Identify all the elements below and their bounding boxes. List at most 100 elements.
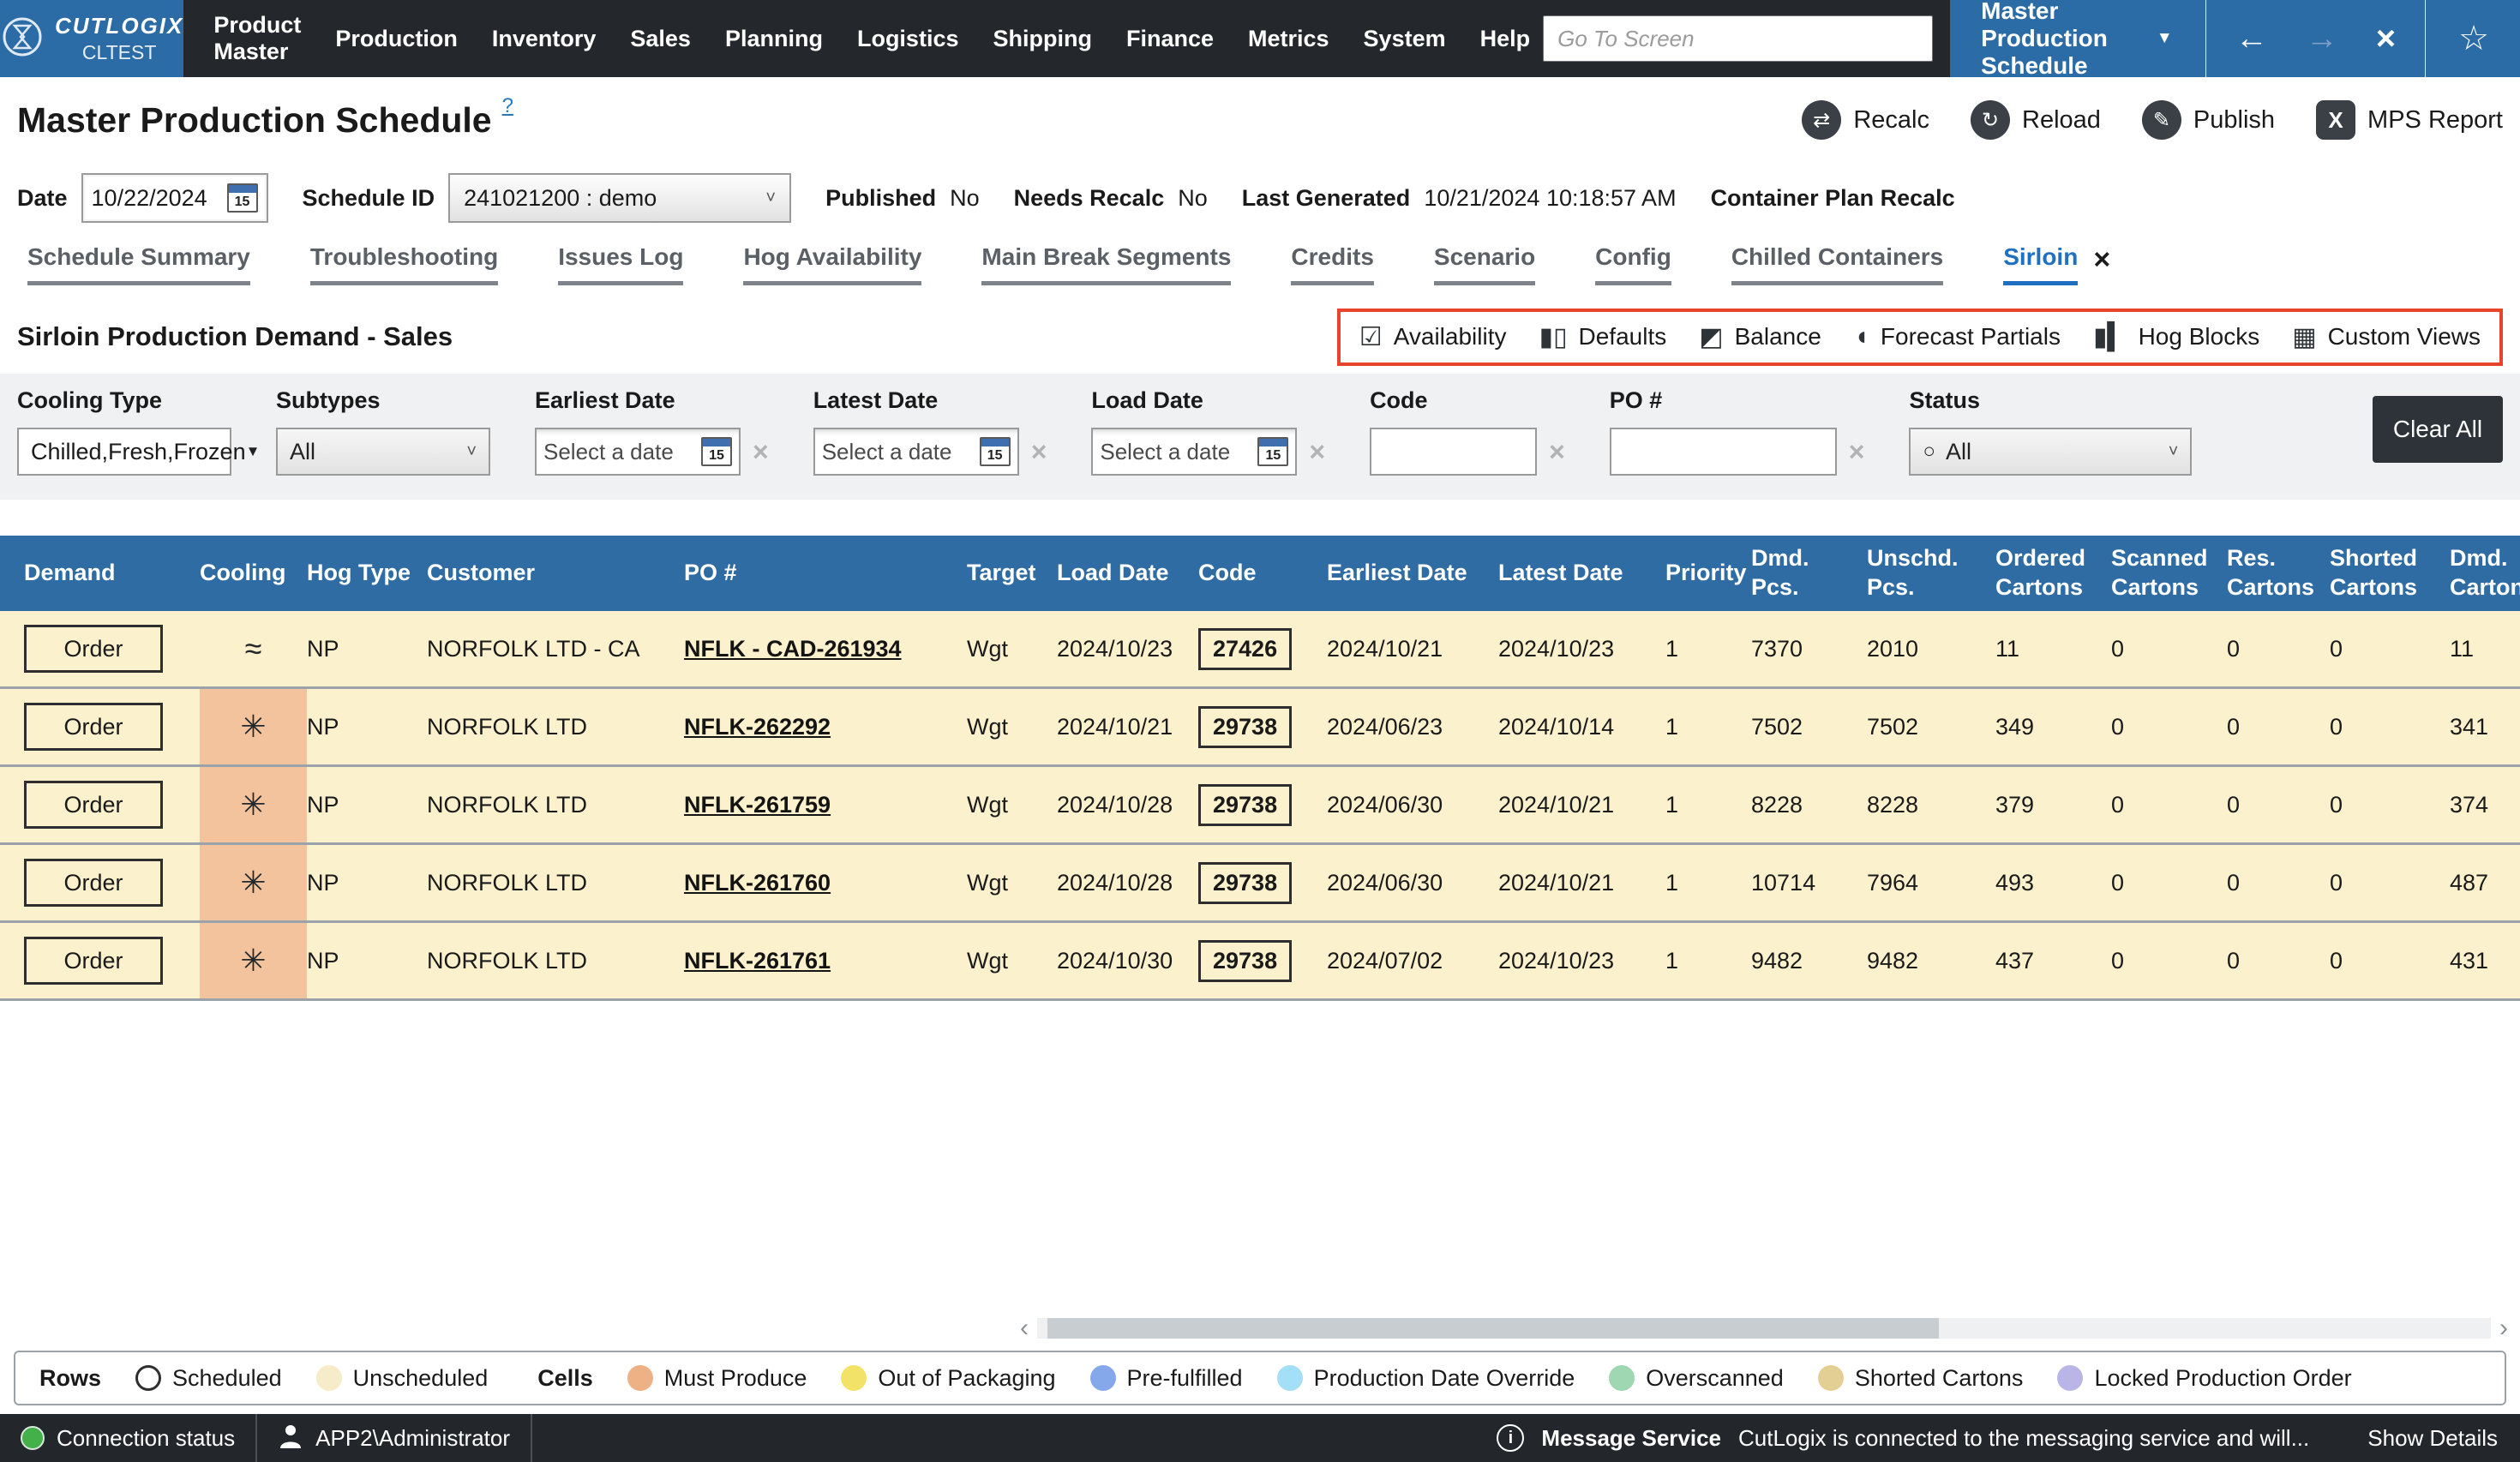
col-header-demand[interactable]: Demand <box>24 536 200 611</box>
date-input[interactable]: 10/22/2024 15 <box>81 173 268 223</box>
action-button[interactable]: ⇄ Recalc <box>1802 100 1929 140</box>
menu-item[interactable]: Finance <box>1113 0 1227 77</box>
menu-item[interactable]: Planning <box>712 0 836 77</box>
tab[interactable]: Config <box>1595 243 1671 285</box>
menu-item[interactable]: Product Master <box>201 0 314 77</box>
tab[interactable]: Chilled Containers <box>1731 243 1944 285</box>
order-button[interactable]: Order <box>24 781 163 829</box>
col-header-load-date[interactable]: Load Date <box>1057 536 1198 611</box>
schedule-id-dropdown[interactable]: 241021200 : demo ˅ <box>448 173 792 223</box>
clear-latest-date-icon[interactable]: × <box>1031 436 1047 468</box>
code-cell[interactable]: 29738 <box>1198 705 1293 748</box>
toolbar-button[interactable]: ▮▍ Hog Blocks <box>2093 322 2259 352</box>
po-link[interactable]: NFLK-261759 <box>684 792 831 818</box>
col-header-priority[interactable]: Priority <box>1665 536 1751 611</box>
toolbar-button[interactable]: ▮▯ Defaults <box>1539 322 1666 352</box>
calendar-icon[interactable]: 15 <box>701 437 732 466</box>
goto-screen-input[interactable] <box>1543 15 1934 62</box>
subtypes-dropdown[interactable]: All ˅ <box>276 428 490 476</box>
load-date-picker[interactable]: Select a date 15 <box>1091 428 1298 476</box>
col-header-dmd-cartons[interactable]: Dmd. Cartons <box>2450 536 2520 611</box>
calendar-icon[interactable]: 15 <box>979 437 1011 466</box>
order-button[interactable]: Order <box>24 859 163 907</box>
col-header-customer[interactable]: Customer <box>427 536 684 611</box>
code-cell[interactable]: 27426 <box>1198 627 1293 670</box>
menu-item[interactable]: Production <box>322 0 471 77</box>
back-arrow-icon[interactable]: ← <box>2227 22 2277 55</box>
tab[interactable]: Sirloin × <box>2003 243 2110 285</box>
menu-item[interactable]: Metrics <box>1235 0 1342 77</box>
po-link[interactable]: NFLK-261761 <box>684 948 831 974</box>
code-cell[interactable]: 29738 <box>1198 939 1293 982</box>
scroll-right-icon[interactable]: › <box>2491 1315 2517 1341</box>
favorite-star-icon[interactable]: ☆ <box>2446 19 2501 58</box>
order-button[interactable]: Order <box>24 703 163 751</box>
forward-arrow-icon[interactable]: → <box>2297 22 2347 55</box>
col-header-unschd-pcs[interactable]: Unschd. Pcs. <box>1867 536 1995 611</box>
screen-selector-dropdown[interactable]: Master Production Schedule ▼ <box>1969 0 2185 80</box>
code-filter-input[interactable] <box>1370 428 1538 476</box>
earliest-date-picker[interactable]: Select a date 15 <box>535 428 741 476</box>
tab[interactable]: Hog Availability <box>743 243 922 285</box>
col-header-shorted-cartons[interactable]: Shorted Cartons <box>2330 536 2450 611</box>
menu-item[interactable]: Logistics <box>844 0 972 77</box>
menu-item[interactable]: Help <box>1467 0 1544 77</box>
close-screen-icon[interactable]: × <box>2367 21 2404 56</box>
col-header-dmd-pcs[interactable]: Dmd. Pcs. <box>1751 536 1867 611</box>
clear-earliest-date-icon[interactable]: × <box>753 436 769 468</box>
menu-item[interactable]: Sales <box>617 0 704 77</box>
col-header-po[interactable]: PO # <box>684 536 967 611</box>
po-link[interactable]: NFLK-261760 <box>684 870 831 896</box>
status-dropdown[interactable]: ○ All ˅ <box>1909 428 2193 476</box>
scrollbar-track[interactable] <box>1037 1318 2491 1339</box>
tab[interactable]: Credits <box>1291 243 1374 285</box>
clear-code-icon[interactable]: × <box>1549 436 1565 468</box>
target-cell: Wgt <box>967 713 1009 740</box>
col-header-scanned-cartons[interactable]: Scanned Cartons <box>2111 536 2227 611</box>
menu-item[interactable]: System <box>1351 0 1459 77</box>
action-button[interactable]: ✎ Publish <box>2141 100 2275 140</box>
code-cell[interactable]: 29738 <box>1198 861 1293 904</box>
tab[interactable]: Main Break Segments <box>981 243 1232 285</box>
col-header-target[interactable]: Target <box>967 536 1057 611</box>
col-header-res-cartons[interactable]: Res. Cartons <box>2227 536 2330 611</box>
calendar-icon[interactable]: 15 <box>1257 437 1289 466</box>
scrollbar-thumb[interactable] <box>1047 1318 1939 1339</box>
help-link[interactable]: ? <box>502 94 513 118</box>
calendar-icon[interactable]: 15 <box>226 183 258 213</box>
col-header-latest-date[interactable]: Latest Date <box>1498 536 1665 611</box>
action-button[interactable]: X MPS Report <box>2316 100 2503 140</box>
order-button[interactable]: Order <box>24 625 163 673</box>
po-link[interactable]: NFLK-262292 <box>684 714 831 740</box>
toolbar-button[interactable]: ◩ Balance <box>1699 322 1821 352</box>
action-button[interactable]: ↻ Reload <box>1971 100 2101 140</box>
cooling-type-dropdown[interactable]: Chilled,Fresh,Frozen ▼ <box>17 428 260 476</box>
code-cell[interactable]: 29738 <box>1198 783 1293 826</box>
toolbar-button[interactable]: ◖ Forecast Partials <box>1854 322 2061 351</box>
col-header-code[interactable]: Code <box>1198 536 1327 611</box>
clear-load-date-icon[interactable]: × <box>1309 436 1325 468</box>
tab[interactable]: Issues Log <box>558 243 684 285</box>
col-header-hog-type[interactable]: Hog Type <box>307 536 427 611</box>
menu-item[interactable]: Shipping <box>980 0 1104 77</box>
horizontal-scrollbar[interactable]: ‹ › <box>1011 1315 2517 1341</box>
tab[interactable]: Scenario <box>1433 243 1536 285</box>
tab[interactable]: Schedule Summary <box>27 243 250 285</box>
scroll-left-icon[interactable]: ‹ <box>1011 1315 1037 1341</box>
tab-close-icon[interactable]: × <box>2093 243 2110 277</box>
po-link[interactable]: NFLK - CAD-261934 <box>684 636 902 662</box>
col-header-ordered-cartons[interactable]: Ordered Cartons <box>1995 536 2111 611</box>
menu-item[interactable]: Inventory <box>479 0 609 77</box>
toolbar-button[interactable]: ▦ Custom Views <box>2292 322 2481 352</box>
tab[interactable]: Troubleshooting <box>309 243 499 285</box>
col-header-earliest-date[interactable]: Earliest Date <box>1327 536 1498 611</box>
toolbar-button[interactable]: ☑ Availability <box>1359 322 1507 352</box>
col-header-cooling[interactable]: Cooling <box>200 536 307 611</box>
clear-po-icon[interactable]: × <box>1849 436 1865 468</box>
clear-all-button[interactable]: Clear All <box>2373 396 2503 463</box>
order-button[interactable]: Order <box>24 937 163 985</box>
show-details-link[interactable]: Show Details <box>2367 1425 2498 1452</box>
latest-date-picker[interactable]: Select a date 15 <box>813 428 1019 476</box>
legend-item-label: Must Produce <box>663 1364 807 1391</box>
po-filter-input[interactable] <box>1609 428 1837 476</box>
